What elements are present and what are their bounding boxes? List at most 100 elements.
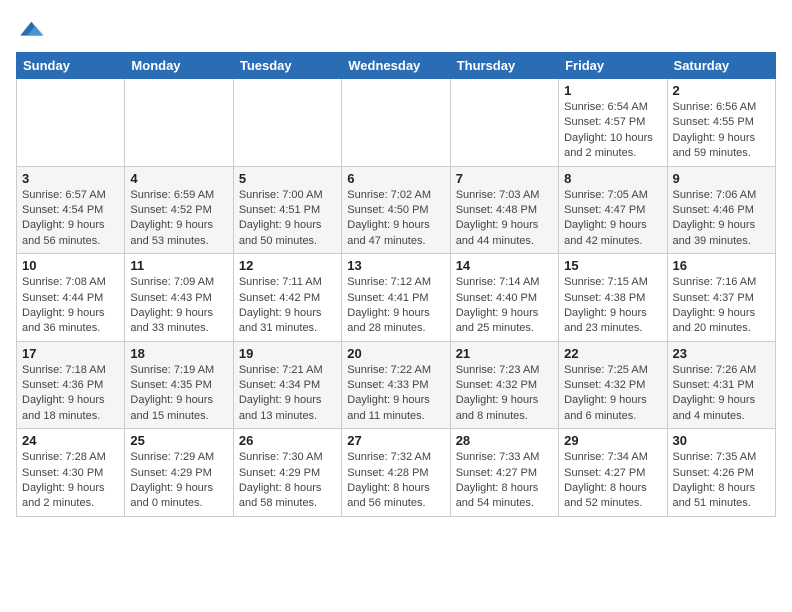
day-info: Sunrise: 7:26 AM Sunset: 4:31 PM Dayligh… — [673, 363, 770, 425]
day-number: 30 — [673, 433, 770, 448]
day-info: Sunrise: 7:22 AM Sunset: 4:33 PM Dayligh… — [347, 363, 444, 425]
day-number: 8 — [564, 171, 661, 186]
day-info: Sunrise: 6:59 AM Sunset: 4:52 PM Dayligh… — [130, 188, 227, 250]
week-row-2: 3 Sunrise: 6:57 AM Sunset: 4:54 PM Daylig… — [17, 166, 776, 254]
day-number: 19 — [239, 346, 336, 361]
day-number: 4 — [130, 171, 227, 186]
calendar-cell: 12 Sunrise: 7:11 AM Sunset: 4:42 PM Dayli… — [233, 254, 341, 342]
day-number: 11 — [130, 258, 227, 273]
calendar-cell: 6 Sunrise: 7:02 AM Sunset: 4:50 PM Daylig… — [342, 166, 450, 254]
day-info: Sunrise: 7:33 AM Sunset: 4:27 PM Dayligh… — [456, 450, 553, 512]
calendar-cell: 22Sunrise: 7:25 AM Sunset: 4:32 PM Dayli… — [559, 341, 667, 429]
day-number: 14 — [456, 258, 553, 273]
calendar-cell — [342, 79, 450, 167]
day-number: 13 — [347, 258, 444, 273]
calendar-cell: 29 Sunrise: 7:34 AM Sunset: 4:27 PM Dayli… — [559, 429, 667, 517]
day-number: 29 — [564, 433, 661, 448]
calendar-cell: 18Sunrise: 7:19 AM Sunset: 4:35 PM Dayli… — [125, 341, 233, 429]
calendar-cell: 23 Sunrise: 7:26 AM Sunset: 4:31 PM Dayli… — [667, 341, 775, 429]
day-info: Sunrise: 7:14 AM Sunset: 4:40 PM Dayligh… — [456, 275, 553, 337]
day-info: Sunrise: 7:21 AM Sunset: 4:34 PM Dayligh… — [239, 363, 336, 425]
day-number: 22 — [564, 346, 661, 361]
calendar-cell — [17, 79, 125, 167]
weekday-header-wednesday: Wednesday — [342, 53, 450, 79]
weekday-header-row: SundayMondayTuesdayWednesdayThursdayFrid… — [17, 53, 776, 79]
day-number: 21 — [456, 346, 553, 361]
day-number: 7 — [456, 171, 553, 186]
calendar-cell: 27 Sunrise: 7:32 AM Sunset: 4:28 PM Dayli… — [342, 429, 450, 517]
weekday-header-tuesday: Tuesday — [233, 53, 341, 79]
day-info: Sunrise: 7:23 AM Sunset: 4:32 PM Dayligh… — [456, 363, 553, 425]
day-info: Sunrise: 7:29 AM Sunset: 4:29 PM Dayligh… — [130, 450, 227, 512]
day-info: Sunrise: 7:32 AM Sunset: 4:28 PM Dayligh… — [347, 450, 444, 512]
day-info: Sunrise: 7:18 AM Sunset: 4:36 PM Dayligh… — [22, 363, 119, 425]
day-info: Sunrise: 7:12 AM Sunset: 4:41 PM Dayligh… — [347, 275, 444, 337]
weekday-header-thursday: Thursday — [450, 53, 558, 79]
calendar-cell: 9Sunrise: 7:06 AM Sunset: 4:46 PM Daylig… — [667, 166, 775, 254]
week-row-1: 1 Sunrise: 6:54 AM Sunset: 4:57 PM Daylig… — [17, 79, 776, 167]
day-number: 28 — [456, 433, 553, 448]
calendar-cell: 7 Sunrise: 7:03 AM Sunset: 4:48 PM Daylig… — [450, 166, 558, 254]
calendar-cell: 5 Sunrise: 7:00 AM Sunset: 4:51 PM Daylig… — [233, 166, 341, 254]
day-number: 23 — [673, 346, 770, 361]
calendar-table: SundayMondayTuesdayWednesdayThursdayFrid… — [16, 52, 776, 517]
day-number: 12 — [239, 258, 336, 273]
day-number: 5 — [239, 171, 336, 186]
calendar-cell: 2Sunrise: 6:56 AM Sunset: 4:55 PM Daylig… — [667, 79, 775, 167]
day-number: 1 — [564, 83, 661, 98]
calendar-cell: 8Sunrise: 7:05 AM Sunset: 4:47 PM Daylig… — [559, 166, 667, 254]
day-info: Sunrise: 7:11 AM Sunset: 4:42 PM Dayligh… — [239, 275, 336, 337]
day-info: Sunrise: 6:57 AM Sunset: 4:54 PM Dayligh… — [22, 188, 119, 250]
day-number: 9 — [673, 171, 770, 186]
weekday-header-friday: Friday — [559, 53, 667, 79]
day-info: Sunrise: 7:08 AM Sunset: 4:44 PM Dayligh… — [22, 275, 119, 337]
week-row-5: 24 Sunrise: 7:28 AM Sunset: 4:30 PM Dayli… — [17, 429, 776, 517]
calendar-cell: 11 Sunrise: 7:09 AM Sunset: 4:43 PM Dayli… — [125, 254, 233, 342]
day-info: Sunrise: 7:03 AM Sunset: 4:48 PM Dayligh… — [456, 188, 553, 250]
day-number: 27 — [347, 433, 444, 448]
day-info: Sunrise: 7:34 AM Sunset: 4:27 PM Dayligh… — [564, 450, 661, 512]
calendar-cell: 16 Sunrise: 7:16 AM Sunset: 4:37 PM Dayli… — [667, 254, 775, 342]
day-number: 6 — [347, 171, 444, 186]
calendar-cell: 14 Sunrise: 7:14 AM Sunset: 4:40 PM Dayli… — [450, 254, 558, 342]
weekday-header-sunday: Sunday — [17, 53, 125, 79]
day-info: Sunrise: 7:19 AM Sunset: 4:35 PM Dayligh… — [130, 363, 227, 425]
day-number: 16 — [673, 258, 770, 273]
weekday-header-monday: Monday — [125, 53, 233, 79]
calendar-cell: 30 Sunrise: 7:35 AM Sunset: 4:26 PM Dayli… — [667, 429, 775, 517]
day-info: Sunrise: 7:35 AM Sunset: 4:26 PM Dayligh… — [673, 450, 770, 512]
day-number: 20 — [347, 346, 444, 361]
calendar-cell: 19 Sunrise: 7:21 AM Sunset: 4:34 PM Dayli… — [233, 341, 341, 429]
day-info: Sunrise: 7:15 AM Sunset: 4:38 PM Dayligh… — [564, 275, 661, 337]
day-number: 2 — [673, 83, 770, 98]
calendar-cell: 15Sunrise: 7:15 AM Sunset: 4:38 PM Dayli… — [559, 254, 667, 342]
calendar-cell: 1 Sunrise: 6:54 AM Sunset: 4:57 PM Daylig… — [559, 79, 667, 167]
day-info: Sunrise: 7:02 AM Sunset: 4:50 PM Dayligh… — [347, 188, 444, 250]
day-info: Sunrise: 7:28 AM Sunset: 4:30 PM Dayligh… — [22, 450, 119, 512]
calendar-cell: 21 Sunrise: 7:23 AM Sunset: 4:32 PM Dayli… — [450, 341, 558, 429]
calendar-cell: 20 Sunrise: 7:22 AM Sunset: 4:33 PM Dayli… — [342, 341, 450, 429]
calendar-cell: 10 Sunrise: 7:08 AM Sunset: 4:44 PM Dayli… — [17, 254, 125, 342]
day-info: Sunrise: 7:16 AM Sunset: 4:37 PM Dayligh… — [673, 275, 770, 337]
calendar-cell: 17Sunrise: 7:18 AM Sunset: 4:36 PM Dayli… — [17, 341, 125, 429]
page-header — [16, 16, 776, 44]
day-number: 3 — [22, 171, 119, 186]
calendar-cell: 28 Sunrise: 7:33 AM Sunset: 4:27 PM Dayli… — [450, 429, 558, 517]
day-info: Sunrise: 6:54 AM Sunset: 4:57 PM Dayligh… — [564, 100, 661, 162]
day-number: 10 — [22, 258, 119, 273]
logo — [16, 16, 48, 44]
calendar-cell — [233, 79, 341, 167]
logo-icon — [16, 16, 44, 44]
weekday-header-saturday: Saturday — [667, 53, 775, 79]
week-row-3: 10 Sunrise: 7:08 AM Sunset: 4:44 PM Dayli… — [17, 254, 776, 342]
day-info: Sunrise: 7:00 AM Sunset: 4:51 PM Dayligh… — [239, 188, 336, 250]
calendar-cell: 3 Sunrise: 6:57 AM Sunset: 4:54 PM Daylig… — [17, 166, 125, 254]
day-info: Sunrise: 7:30 AM Sunset: 4:29 PM Dayligh… — [239, 450, 336, 512]
day-info: Sunrise: 7:09 AM Sunset: 4:43 PM Dayligh… — [130, 275, 227, 337]
calendar-cell: 13 Sunrise: 7:12 AM Sunset: 4:41 PM Dayli… — [342, 254, 450, 342]
calendar-cell — [125, 79, 233, 167]
day-number: 24 — [22, 433, 119, 448]
week-row-4: 17Sunrise: 7:18 AM Sunset: 4:36 PM Dayli… — [17, 341, 776, 429]
calendar-cell: 24 Sunrise: 7:28 AM Sunset: 4:30 PM Dayli… — [17, 429, 125, 517]
calendar-cell: 25Sunrise: 7:29 AM Sunset: 4:29 PM Dayli… — [125, 429, 233, 517]
